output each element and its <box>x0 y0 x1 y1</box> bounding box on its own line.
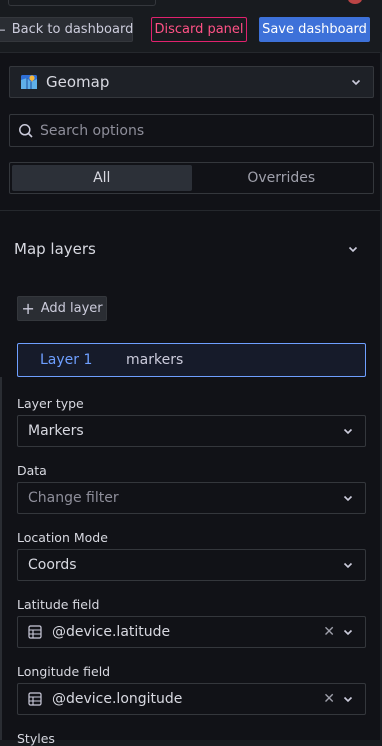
divider <box>0 210 380 211</box>
longitude-field-value: @device.longitude <box>52 691 183 707</box>
save-dashboard-button[interactable]: Save dashboard <box>259 17 370 42</box>
data-label: Data <box>17 463 47 478</box>
chevron-down-icon <box>343 629 353 636</box>
back-to-dashboard-label: Back to dashboard <box>11 22 134 37</box>
field-type-icon <box>28 625 42 639</box>
layer-type-tag: markers <box>126 352 184 368</box>
search-input[interactable]: Search options <box>9 114 374 147</box>
options-tabs: All Overrides <box>9 162 374 194</box>
latitude-field-select[interactable]: @device.latitude ✕ <box>17 616 366 648</box>
layer-name: Layer 1 <box>40 352 93 368</box>
discard-panel-button[interactable]: Discard panel <box>151 17 247 42</box>
chevron-down-icon <box>343 428 353 435</box>
arrow-left-icon: ← <box>0 22 6 37</box>
discard-panel-label: Discard panel <box>154 22 244 37</box>
latitude-field-value: @device.latitude <box>52 624 171 640</box>
data-filter-placeholder: Change filter <box>28 490 119 506</box>
add-layer-button[interactable]: + Add layer <box>17 296 107 321</box>
map-layers-section-title[interactable]: Map layers <box>14 240 96 258</box>
styles-label: Styles <box>17 731 55 746</box>
layer-type-select[interactable]: Markers <box>17 415 366 447</box>
location-mode-value: Coords <box>28 557 77 573</box>
visualization-name: Geomap <box>46 73 110 91</box>
location-mode-label: Location Mode <box>17 530 108 545</box>
search-placeholder: Search options <box>40 122 145 139</box>
divider <box>0 52 382 53</box>
location-mode-select[interactable]: Coords <box>17 549 366 581</box>
pane-edge <box>0 377 2 740</box>
add-layer-label: Add layer <box>40 301 103 316</box>
field-type-icon <box>28 692 42 706</box>
layer-type-value: Markers <box>28 423 84 439</box>
longitude-field-select[interactable]: @device.longitude ✕ <box>17 683 366 715</box>
data-filter-select[interactable]: Change filter <box>17 482 366 514</box>
chevron-down-icon[interactable] <box>346 242 360 256</box>
tab-overrides[interactable]: Overrides <box>192 165 372 191</box>
longitude-field-label: Longitude field <box>17 664 111 679</box>
map-icon <box>21 75 37 89</box>
plus-icon: + <box>21 298 35 318</box>
chevron-down-icon <box>351 79 361 86</box>
clear-icon[interactable]: ✕ <box>323 624 335 640</box>
layer-list-item[interactable]: Layer 1 markers <box>17 343 366 377</box>
tab-all[interactable]: All <box>12 165 192 191</box>
chevron-down-icon <box>343 562 353 569</box>
search-icon <box>19 123 33 138</box>
chevron-down-icon <box>343 495 353 502</box>
latitude-field-label: Latitude field <box>17 597 100 612</box>
visualization-picker[interactable]: Geomap <box>9 66 374 98</box>
back-to-dashboard-button[interactable]: ← Back to dashboard <box>0 17 133 42</box>
toolbar-fragment <box>8 0 156 6</box>
layer-type-label: Layer type <box>17 396 84 411</box>
save-dashboard-label: Save dashboard <box>262 22 367 37</box>
chevron-down-icon <box>343 696 353 703</box>
clear-icon[interactable]: ✕ <box>323 691 335 707</box>
